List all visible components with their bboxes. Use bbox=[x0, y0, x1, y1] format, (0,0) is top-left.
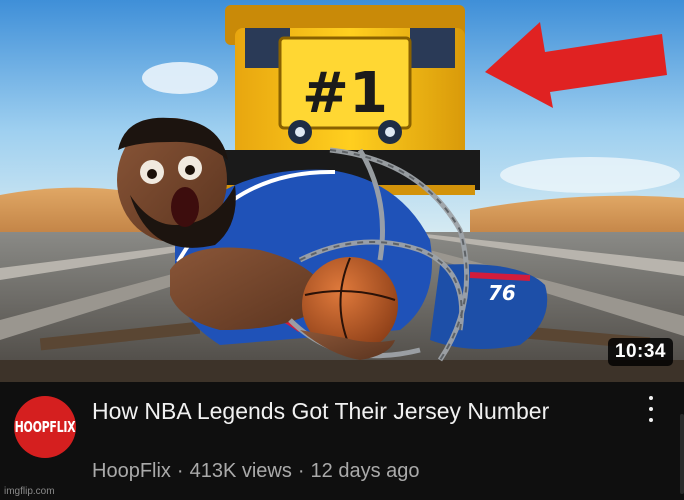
video-title[interactable]: How NBA Legends Got Their Jersey Number bbox=[92, 396, 612, 426]
channel-name[interactable]: HoopFlix bbox=[92, 460, 171, 482]
channel-avatar-text: HOOPFLIX bbox=[14, 418, 76, 436]
duration-badge: 10:34 bbox=[607, 338, 673, 366]
menu-dot bbox=[649, 396, 653, 400]
scrollbar[interactable] bbox=[680, 414, 684, 494]
video-thumbnail[interactable]: #1 76 10:34 bbox=[0, 0, 684, 382]
shorts-number: 76 bbox=[488, 281, 516, 305]
cloud bbox=[500, 157, 680, 193]
video-meta: HOOPFLIX How NBA Legends Got Their Jerse… bbox=[0, 382, 684, 500]
video-card[interactable]: #1 76 10:34 HOOPFLIX How NBA Legends Got… bbox=[0, 0, 684, 500]
train: #1 bbox=[220, 5, 480, 195]
menu-dot bbox=[649, 407, 653, 411]
cloud bbox=[142, 62, 218, 94]
more-vert-icon[interactable] bbox=[642, 396, 660, 422]
channel-avatar[interactable]: HOOPFLIX bbox=[14, 396, 76, 458]
watermark: imgflip.com bbox=[4, 486, 55, 497]
menu-dot bbox=[649, 418, 653, 422]
separator: · bbox=[297, 460, 305, 482]
video-subline: HoopFlix · 413K views · 12 days ago bbox=[92, 460, 420, 483]
upload-age: 12 days ago bbox=[310, 460, 420, 482]
view-count: 413K views bbox=[189, 460, 292, 482]
separator: · bbox=[176, 460, 184, 482]
train-number-plate: #1 bbox=[302, 61, 388, 126]
